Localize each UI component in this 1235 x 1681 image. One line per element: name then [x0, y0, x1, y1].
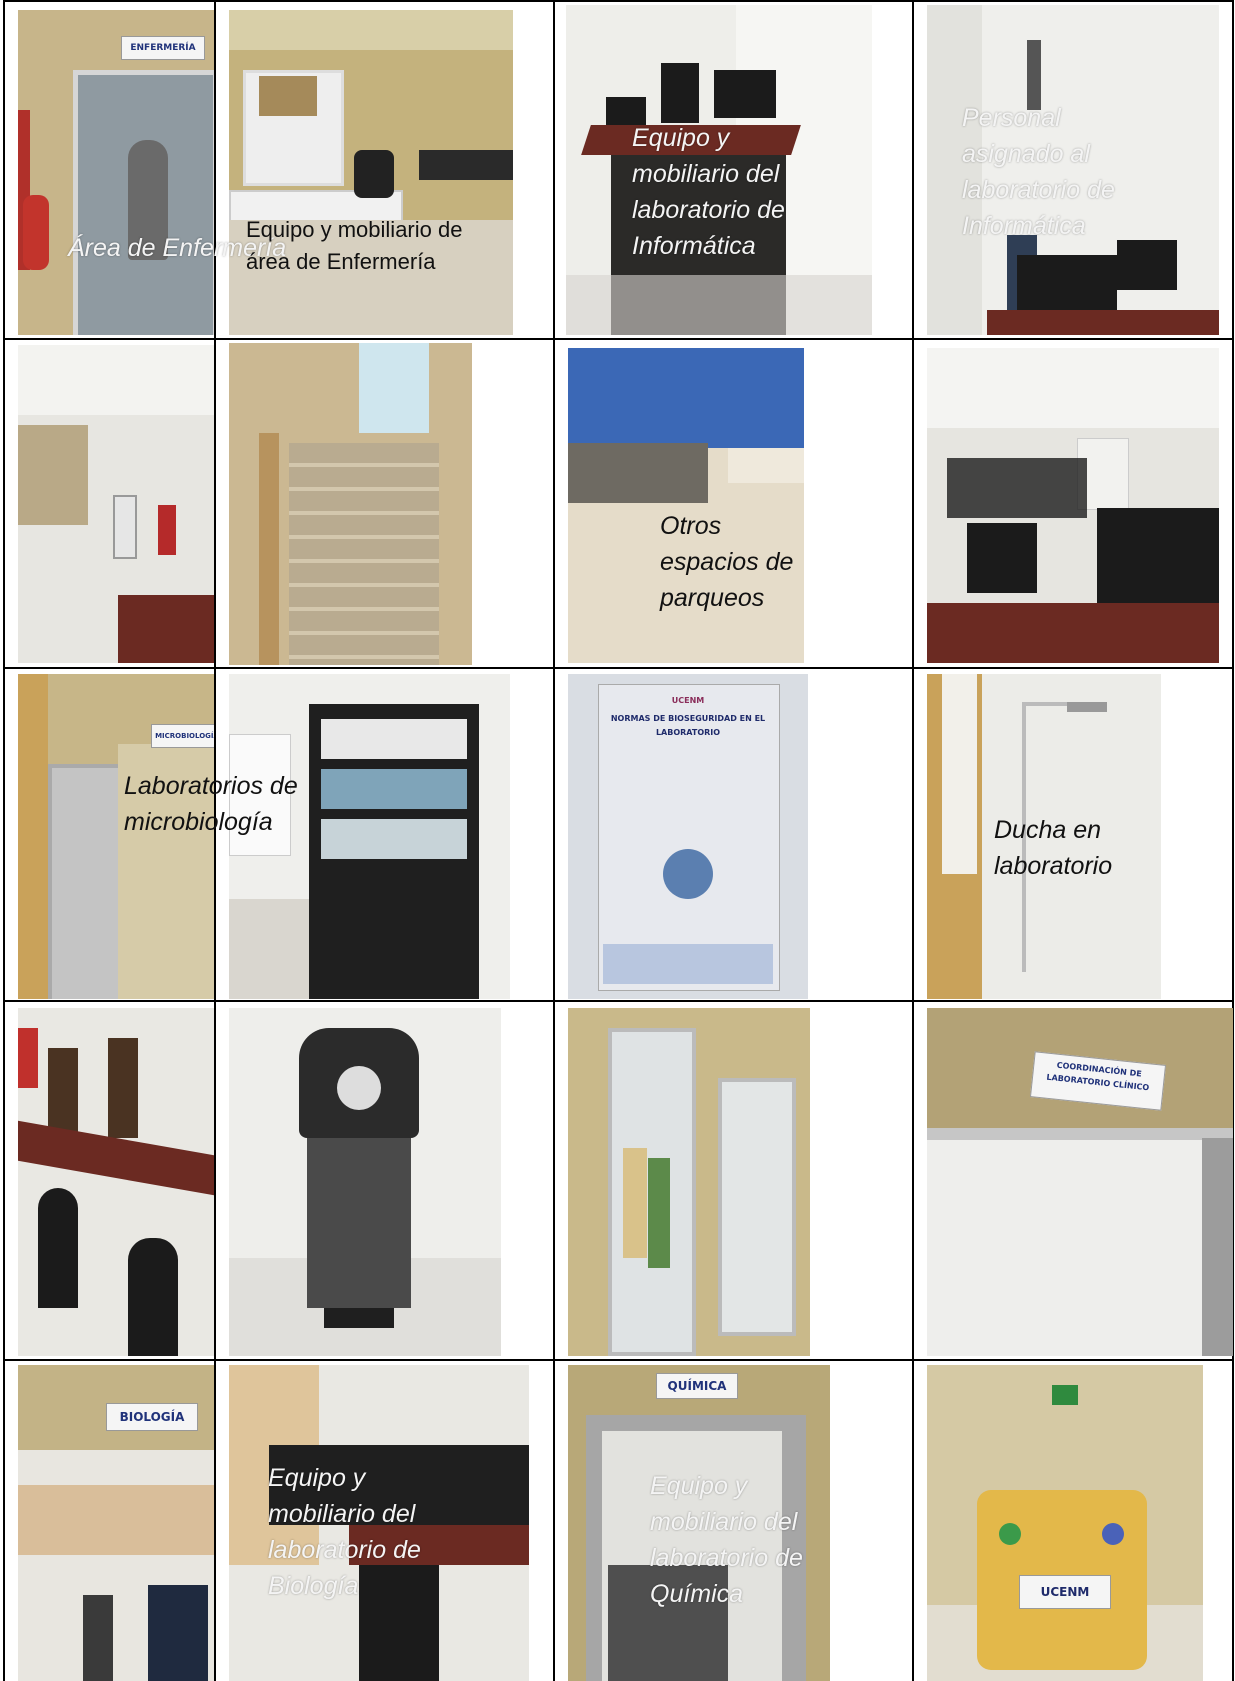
table-row-divider-2: [3, 667, 1234, 669]
bin-logo: UCENM: [1019, 1575, 1111, 1609]
sign-biology: BIOLOGÍA: [106, 1403, 198, 1431]
photo-recycling-bin: UCENM: [927, 1365, 1203, 1681]
photo-biology-entrance: BIOLOGÍA: [18, 1365, 214, 1681]
caption-computer-lab-equipment: Equipo y mobiliario del laboratorio de I…: [632, 124, 785, 260]
sign-microbiology: MICROBIOLOGÍA: [151, 724, 214, 748]
photo-classroom-hall: [18, 345, 214, 663]
photo-glass-doors: [568, 1008, 810, 1356]
table-border-col2: [553, 0, 555, 1681]
photo-staircase: [229, 343, 472, 665]
caption-chemistry-lab-equipment: Equipo y mobiliario del laboratorio de Q…: [650, 1472, 803, 1608]
sign-nursing: ENFERMERÍA: [121, 36, 205, 60]
photo-nursing-equipment: [229, 10, 513, 335]
sign-chemistry: QUÍMICA: [656, 1373, 738, 1399]
sign-coordination: COORDINACIÓN DE LABORATORIO CLÍNICO: [1029, 1051, 1167, 1111]
caption-computer-lab-staff: Personal asignado al laboratorio de Info…: [962, 104, 1115, 240]
table-border-col3: [912, 0, 914, 1681]
caption-parking: Otros espacios de parqueos: [660, 512, 794, 612]
caption-nursing-equipment: Equipo y mobiliario de área de Enfermerí…: [246, 217, 463, 274]
photo-computer-classroom: [927, 348, 1219, 663]
table-row-divider-3: [3, 1000, 1234, 1002]
table-border-left: [3, 0, 5, 1681]
poster-title: NORMAS DE BIOSEGURIDAD EN EL LABORATORIO: [610, 714, 766, 737]
table-border-right: [1232, 0, 1234, 1681]
photo-waste-bin: [229, 1008, 501, 1356]
poster-logo: UCENM: [671, 696, 705, 705]
table-row-divider-4: [3, 1359, 1234, 1361]
photo-biosafety-poster: UCENM NORMAS DE BIOSEGURIDAD EN EL LABOR…: [568, 674, 808, 999]
caption-microbiology-labs: Laboratorios de microbiología: [124, 772, 298, 836]
photo-lab-benches: [18, 1008, 214, 1356]
caption-biology-lab-equipment: Equipo y mobiliario del laboratorio de B…: [268, 1464, 421, 1600]
photo-nursing-entrance: ENFERMERÍA: [18, 10, 214, 335]
caption-lab-shower: Ducha en laboratorio: [994, 816, 1113, 880]
table-border-top: [3, 0, 1234, 2]
photo-coordination-office: COORDINACIÓN DE LABORATORIO CLÍNICO: [927, 1008, 1233, 1356]
table-row-divider-1: [3, 338, 1234, 340]
